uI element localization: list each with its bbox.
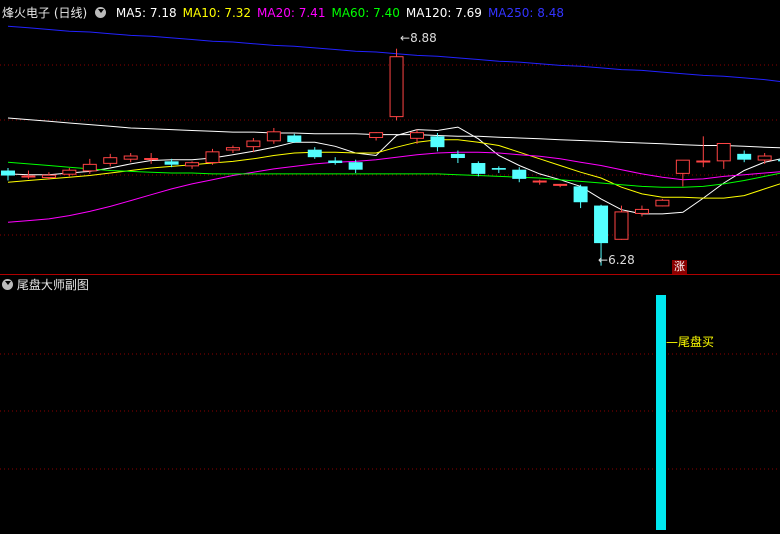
- candle-body: [348, 162, 363, 170]
- candle-body: [287, 135, 302, 143]
- candle-body: [532, 180, 547, 183]
- stock-title[interactable]: 烽火电子 (日线): [2, 6, 87, 20]
- ma120-line: [7, 117, 780, 149]
- candle-body: [737, 153, 752, 160]
- candle-body: [225, 147, 240, 151]
- signal-bar: [656, 295, 666, 530]
- candle-body: [164, 161, 179, 165]
- candle-body: [716, 142, 731, 162]
- candle-body: [675, 159, 690, 174]
- candle-body: [21, 175, 36, 178]
- chevron-down-icon[interactable]: [2, 279, 13, 290]
- candle-body: [430, 136, 445, 148]
- ma10-line: [7, 139, 780, 199]
- ma-legend: MA5: 7.18 MA10: 7.32 MA20: 7.41 MA60: 7.40 M…: [110, 6, 564, 20]
- chart-canvas: [0, 25, 780, 530]
- candle-body: [82, 163, 97, 172]
- low-price-label: ←6.28: [598, 253, 635, 267]
- candle-body: [410, 132, 424, 139]
- candle-body: [450, 153, 465, 159]
- candle-body: [491, 168, 506, 170]
- candle-body: [1, 170, 15, 176]
- candle-body: [369, 132, 384, 138]
- candle-body: [144, 158, 159, 161]
- ma-legend-item: MA20: 7.41: [257, 6, 326, 20]
- candle-body: [246, 140, 261, 148]
- ma-legend-item: MA60: 7.40: [331, 6, 400, 20]
- signal-label: —尾盘买: [666, 335, 715, 349]
- candle-body: [185, 162, 200, 167]
- candle-body: [62, 169, 77, 175]
- ma-lines: [7, 117, 780, 223]
- candle-body: [205, 151, 220, 164]
- candlesticks: [1, 48, 780, 266]
- candle-body: [41, 174, 56, 179]
- arrow-left-icon: ←: [598, 253, 609, 267]
- arrow-left-icon: ←: [400, 31, 411, 45]
- ma-legend-item: MA10: 7.32: [182, 6, 252, 20]
- candle-body: [266, 131, 281, 142]
- candle-body: [471, 163, 486, 174]
- limit-up-badge: 涨: [672, 260, 687, 274]
- arrow-left-icon: —: [666, 335, 678, 349]
- tail-buy-signal: [656, 295, 666, 530]
- candle-body: [634, 208, 649, 214]
- candle-body: [512, 169, 527, 179]
- candle-body: [389, 56, 404, 118]
- ma-legend-item: MA250: 8.48: [487, 6, 564, 20]
- candle-body: [123, 155, 138, 160]
- candle-body: [553, 183, 568, 186]
- candle-body: [307, 149, 322, 158]
- chevron-down-icon[interactable]: [95, 7, 107, 18]
- main-panel-header: 烽火电子 (日线) MA5: 7.18 MA10: 7.32 MA20: 7.41 M…: [2, 6, 564, 20]
- sub-panel-header: 尾盘大师副图: [2, 278, 89, 292]
- ma-legend-item: MA120: 7.69: [405, 6, 482, 20]
- candle-body: [328, 160, 343, 164]
- candle-body: [614, 211, 629, 240]
- high-price-label: ←8.88: [400, 31, 437, 45]
- sub-panel-title[interactable]: 尾盘大师副图: [17, 278, 89, 292]
- candle-body: [573, 186, 588, 203]
- candle-body: [655, 199, 670, 207]
- candle-body: [757, 155, 772, 161]
- ma-legend-item: MA5: 7.18: [115, 6, 177, 20]
- candle-body: [594, 205, 609, 244]
- candle-body: [103, 157, 118, 164]
- candle-body: [696, 160, 711, 163]
